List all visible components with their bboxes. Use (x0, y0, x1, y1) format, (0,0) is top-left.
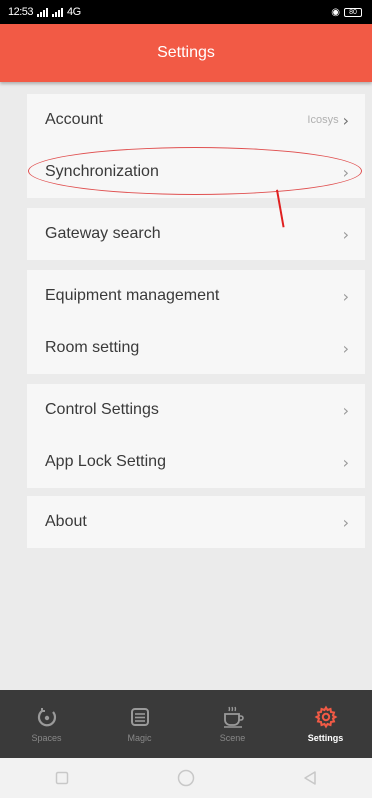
page-title: Settings (157, 44, 215, 61)
settings-group-account: Account Icosys › Synchronization › (27, 94, 365, 198)
settings-item-label: Gateway search (45, 225, 161, 242)
battery-icon: 80 (344, 7, 362, 17)
status-left: 12:53 4G (8, 6, 81, 18)
signal-icon-2 (52, 7, 64, 17)
settings-item-right: Icosys › (307, 111, 349, 130)
bottom-nav: Spaces Magic Scene Settings (0, 690, 372, 758)
settings-item-account[interactable]: Account Icosys › (27, 94, 365, 146)
settings-item-label: App Lock Setting (45, 453, 166, 470)
settings-group-gateway: Gateway search › (27, 208, 365, 260)
alarm-icon: ◉ (331, 6, 340, 18)
nav-tab-magic[interactable]: Magic (100, 690, 180, 758)
scene-icon (220, 705, 246, 729)
chevron-right-icon: › (342, 400, 349, 420)
nav-tab-spaces[interactable]: Spaces (7, 690, 87, 758)
settings-item-app-lock-setting[interactable]: App Lock Setting › (27, 436, 365, 488)
nav-label: Magic (127, 733, 152, 743)
magic-icon (127, 705, 153, 729)
settings-item-label: Room setting (45, 339, 140, 356)
chevron-right-icon: › (342, 110, 349, 130)
home-button[interactable] (166, 763, 206, 793)
nav-tab-scene[interactable]: Scene (193, 690, 273, 758)
settings-item-label: About (45, 513, 87, 530)
network-type: 4G (67, 6, 81, 18)
chevron-right-icon: › (342, 512, 349, 532)
nav-label: Scene (219, 733, 246, 743)
chevron-right-icon: › (342, 162, 349, 182)
settings-item-about[interactable]: About › (27, 496, 365, 548)
settings-item-label: Equipment management (45, 287, 220, 304)
settings-item-control-settings[interactable]: Control Settings › (27, 384, 365, 436)
chevron-right-icon: › (342, 224, 349, 244)
settings-group-control: Control Settings › App Lock Setting › (27, 384, 365, 488)
status-time: 12:53 (8, 6, 34, 18)
settings-item-synchronization[interactable]: Synchronization › (27, 146, 365, 198)
app-screen: 12:53 4G ◉ 80 Settings Account Icosys › … (0, 0, 372, 798)
settings-item-label: Account (45, 111, 103, 128)
circle-icon (177, 769, 195, 787)
nav-label: Settings (307, 733, 344, 743)
settings-item-label: Synchronization (45, 163, 159, 180)
recent-apps-button[interactable] (42, 763, 82, 793)
signal-icon (37, 7, 49, 17)
gear-icon (313, 705, 339, 729)
settings-item-equipment-management[interactable]: Equipment management › (27, 270, 365, 322)
triangle-back-icon (304, 771, 316, 785)
settings-group-about: About › (27, 496, 365, 548)
system-nav-bar (0, 758, 372, 798)
settings-item-gateway-search[interactable]: Gateway search › (27, 208, 365, 260)
spaces-icon (34, 705, 60, 729)
settings-item-room-setting[interactable]: Room setting › (27, 322, 365, 374)
status-right: ◉ 80 (331, 7, 362, 18)
battery-level: 80 (349, 8, 357, 16)
chevron-right-icon: › (342, 338, 349, 358)
settings-item-label: Control Settings (45, 401, 159, 418)
status-bar: 12:53 4G ◉ 80 (0, 0, 372, 24)
account-value: Icosys (307, 114, 339, 126)
nav-label: Spaces (31, 733, 62, 743)
back-button[interactable] (290, 763, 330, 793)
nav-tab-settings[interactable]: Settings (286, 690, 366, 758)
settings-content: Account Icosys › Synchronization › Gatew… (0, 82, 372, 690)
square-icon (55, 771, 69, 785)
header-bar: Settings (0, 24, 372, 82)
chevron-right-icon: › (342, 452, 349, 472)
settings-group-equipment: Equipment management › Room setting › (27, 270, 365, 374)
chevron-right-icon: › (342, 286, 349, 306)
